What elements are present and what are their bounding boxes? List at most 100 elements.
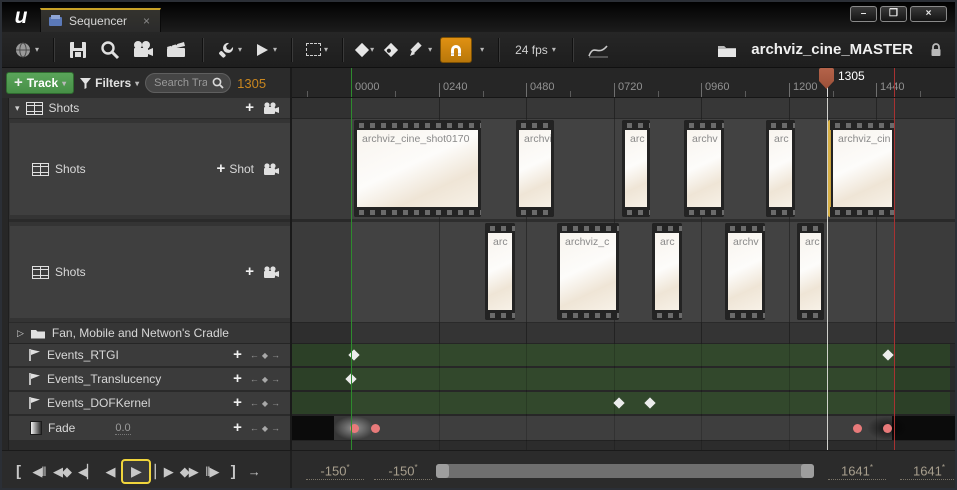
playback-end-marker[interactable] [894,68,895,97]
playback-mode-button[interactable]: → [244,462,264,481]
add-key-button[interactable]: + [233,395,242,410]
browse-sequences-button[interactable] [713,39,741,61]
camera-icon[interactable] [262,162,280,176]
step-forward-button[interactable]: ▏▶ [152,462,176,482]
set-playback-end-button[interactable]: ] [223,461,243,482]
fade-track-row[interactable]: Fade 0.0 + ← ◆ → [2,416,290,440]
go-to-front-button[interactable]: ◀‖ [29,462,49,482]
camera-icon[interactable] [262,265,280,279]
scrollbar-right-handle[interactable] [801,464,814,478]
shot-clip[interactable]: arc [766,120,795,217]
view-range-end-field[interactable]: 1641* [828,463,886,481]
shot-clip[interactable]: arc [652,223,682,320]
fade-value-field[interactable]: 0.0 [115,422,131,435]
collapse-arrow-icon[interactable]: ▾ [15,103,20,114]
add-key-button[interactable]: + [233,420,242,435]
shot-clip[interactable]: archviz_c [557,223,619,320]
previous-key-icon[interactable]: ← [250,350,259,360]
next-key-icon[interactable]: → [271,398,280,408]
folder-track-row[interactable]: ▷ Fan, Mobile and Netwon's Cradle [2,322,290,344]
timeline-mini-ruler[interactable] [292,98,955,450]
key-navigation[interactable]: ← ◆ → [250,374,280,384]
scrollbar-left-handle[interactable] [436,464,449,478]
next-key-icon[interactable]: → [271,423,280,433]
key-navigation[interactable]: ← ◆ → [250,398,280,408]
lock-sequence-button[interactable] [925,39,947,61]
tab-close-icon[interactable]: × [143,14,150,28]
fade-keyframe[interactable] [853,424,862,433]
shots-subtrack-row[interactable]: Shots + [2,222,290,322]
working-range-end-field[interactable]: 1641* [900,463,955,481]
shot-clip[interactable]: archvi [516,120,554,217]
next-key-icon[interactable]: → [271,350,280,360]
close-button[interactable]: × [910,6,947,22]
add-key-icon[interactable]: ◆ [262,399,268,408]
timeline-scrollbar[interactable] [436,464,814,478]
fade-keyframe[interactable] [883,424,892,433]
previous-key-icon[interactable]: ← [250,374,259,384]
frame-rate-button[interactable]: 24 fps ▾ [509,43,562,57]
add-key-icon[interactable]: ◆ [262,375,268,384]
previous-key-icon[interactable]: ← [250,423,259,433]
current-frame-display[interactable]: 1305 [237,76,266,91]
shot-clip[interactable]: archviz_cin [828,120,895,217]
render-movie-button[interactable] [162,37,192,63]
key-navigation[interactable]: ← ◆ → [250,423,280,433]
find-in-content-browser-button[interactable] [96,37,124,63]
previous-key-icon[interactable]: ← [250,398,259,408]
shot-clip[interactable]: archv [684,120,724,217]
timeline-ruler[interactable]: 0000 0240 0480 0720 0960 1200 1440 1305 [292,68,955,98]
next-key-icon[interactable]: → [271,374,280,384]
shots-subtrack-row[interactable]: Shots + Shot [2,119,290,219]
create-camera-button[interactable] [128,37,158,63]
play-button[interactable]: ▶ [121,459,151,484]
add-key-icon[interactable]: ◆ [262,424,268,433]
search-track-input[interactable] [152,76,210,90]
snapping-options-button[interactable]: ▾ [476,42,488,57]
add-section-button[interactable]: + [245,100,254,115]
minimize-button[interactable]: – [850,6,877,22]
go-to-end-button[interactable]: ‖▶ [202,462,222,482]
event-track-row-dofkernel[interactable]: Events_DOFKernel + ← ◆ → [2,392,290,416]
filters-button[interactable]: Filters ▾ [80,76,139,90]
shot-clip[interactable]: archviz_cine_shot0170 [354,120,481,217]
keyframe-options-button[interactable]: ▾ [353,42,378,58]
curve-editor-button[interactable] [583,38,613,62]
shot-clip[interactable]: arc [797,223,824,320]
add-shot-button[interactable]: + [245,264,254,279]
select-edit-options-button[interactable]: ▾ [302,40,332,59]
playback-options-button[interactable]: ▾ [250,39,281,61]
search-track-field[interactable] [145,73,232,93]
working-range-start-field[interactable]: -150* [306,463,364,481]
view-range-start-field[interactable]: -150* [374,463,432,481]
camera-icon[interactable] [262,101,280,115]
event-track-row-rtgi[interactable]: Events_RTGI + ← ◆ → [2,344,290,368]
shots-track-header[interactable]: ▾ Shots + [2,98,290,119]
add-shot-button[interactable]: + [217,161,226,176]
add-key-icon[interactable]: ◆ [262,351,268,360]
shot-clip[interactable]: arc [622,120,650,217]
play-reverse-button[interactable]: ◀ [100,462,120,482]
maximize-button[interactable]: ❐ [880,6,907,22]
sequencer-actions-button[interactable]: ▾ [213,38,246,62]
add-track-button[interactable]: + Track ▾ [6,72,75,94]
previous-key-button[interactable]: ◀◆ [50,462,74,482]
add-key-button[interactable]: + [233,347,242,362]
edit-options-button[interactable]: ▾ [404,38,436,61]
save-button[interactable] [64,37,92,63]
snapping-button[interactable] [440,36,473,63]
add-key-button[interactable]: + [233,371,242,386]
shot-clip[interactable]: archv [725,223,765,320]
shot-clip[interactable]: arc [485,223,515,320]
playback-start-marker[interactable] [351,68,352,97]
playhead-pin[interactable] [819,68,834,89]
world-outliner-button[interactable]: ▾ [10,38,43,62]
next-key-button[interactable]: ◆▶ [177,462,201,482]
set-playback-start-button[interactable]: [ [8,461,28,482]
timeline-shots-row-1[interactable]: archviz_cine_shot0170 archvi arc archv arc ar… [292,119,955,219]
event-track-row-translucency[interactable]: Events_Translucency + ← ◆ → [2,368,290,392]
unreal-engine-logo-icon[interactable]: u [2,2,40,32]
fade-keyframe[interactable] [371,424,380,433]
timeline-panel[interactable]: archviz_cine_shot0170 archvi arc archv arc ar… [292,98,955,450]
step-backward-button[interactable]: ◀▏ [75,462,99,482]
